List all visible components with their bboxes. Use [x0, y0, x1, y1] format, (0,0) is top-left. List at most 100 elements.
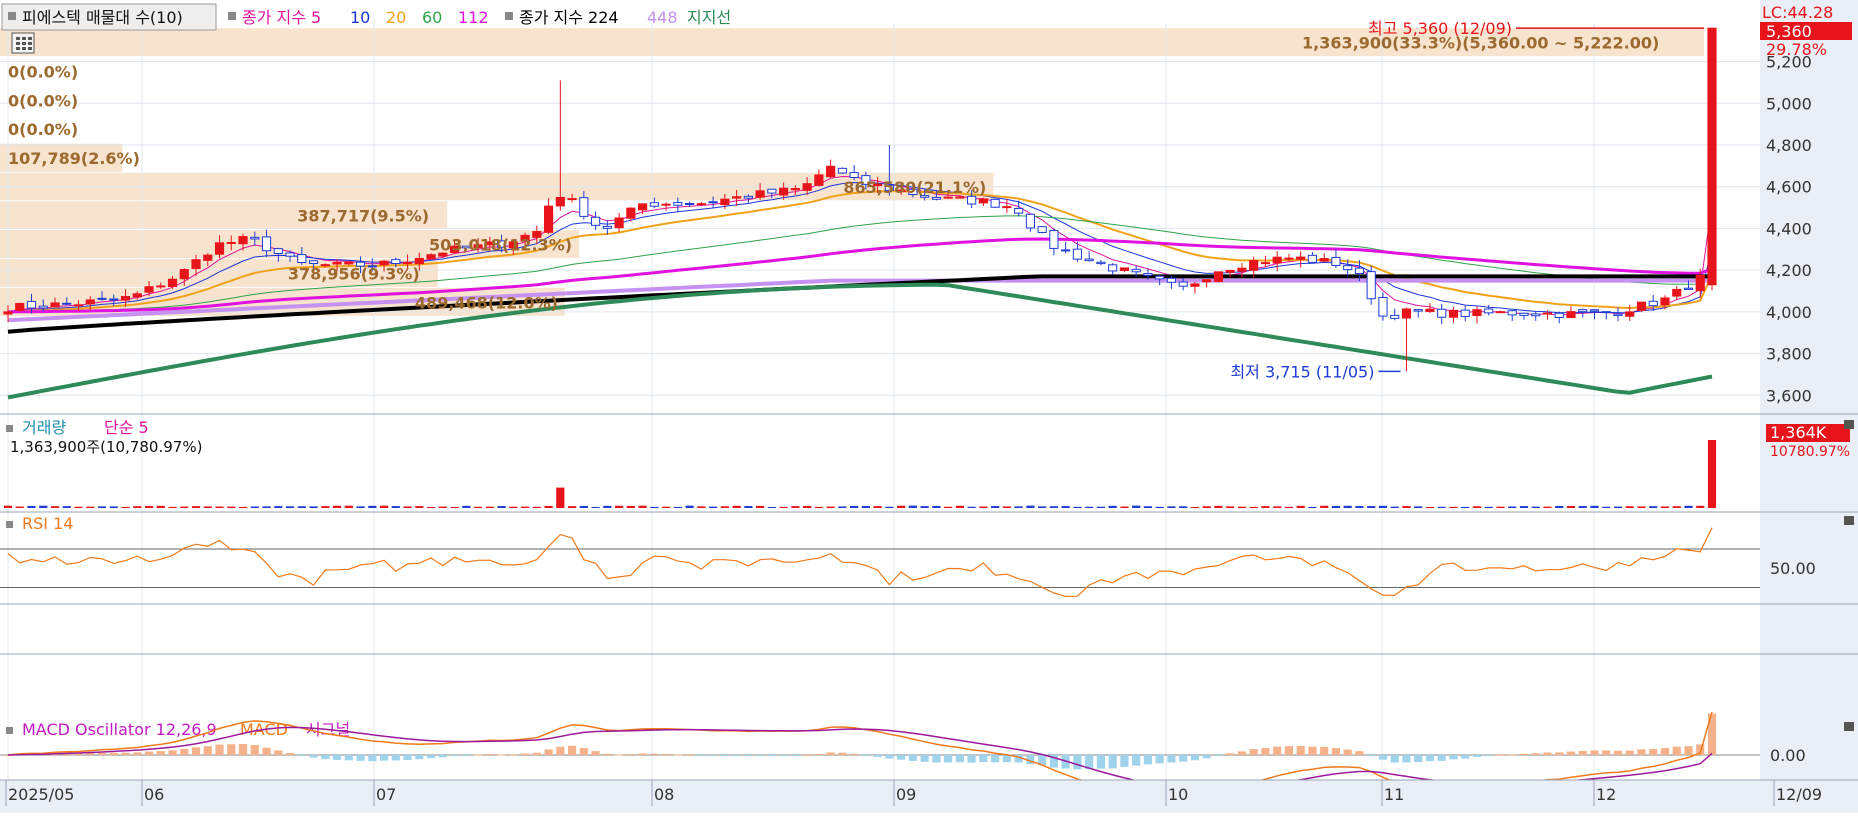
volume-bar	[838, 506, 847, 508]
price-tag: 5,360	[1766, 22, 1812, 41]
macd-histogram-bar	[156, 751, 165, 755]
volume-bar	[86, 506, 95, 508]
volume-bar	[1696, 505, 1705, 508]
macd-histogram-bar	[462, 755, 471, 756]
panel-close-icon[interactable]	[1844, 516, 1854, 525]
volume-bar	[97, 506, 107, 508]
macd-histogram-bar	[344, 755, 353, 761]
candle-body	[191, 259, 201, 270]
candle-body	[285, 252, 295, 257]
macd-histogram-bar	[227, 744, 236, 755]
x-tick-label: 07	[376, 785, 396, 804]
panel-toggle-icon[interactable]	[6, 425, 13, 432]
macd-histogram-bar	[356, 755, 365, 761]
candle-body	[1307, 254, 1318, 263]
volume-profile-label: 489,468(12.0%)	[415, 293, 558, 312]
volume-bar	[1038, 506, 1047, 508]
candle-body	[1119, 267, 1129, 272]
volume-bar	[74, 506, 83, 508]
macd-histogram-bar	[1296, 745, 1305, 755]
volume-bar	[615, 505, 624, 508]
candle-body	[732, 196, 742, 199]
candle-body	[297, 254, 307, 264]
volume-bar	[603, 505, 612, 508]
legend-ma-448: 448	[647, 8, 678, 27]
candle-body	[790, 188, 800, 191]
panel-toggle-icon[interactable]	[8, 12, 16, 20]
panel-close-icon[interactable]	[1844, 420, 1854, 429]
grid-table-icon[interactable]	[11, 32, 35, 54]
volume-bar	[1390, 506, 1399, 508]
price-tick-label: 3,800	[1766, 345, 1812, 364]
macd-histogram-bar	[873, 755, 882, 757]
macd-histogram-bar	[250, 744, 259, 755]
legend-support: 지지선	[687, 8, 731, 27]
volume-bar	[1155, 506, 1164, 508]
macd-histogram-bar	[1602, 750, 1611, 755]
candle-body	[638, 203, 648, 211]
volume-bar	[133, 506, 142, 508]
candle-body	[1155, 275, 1165, 280]
macd-histogram-bar	[144, 751, 154, 755]
candle-body	[967, 195, 977, 205]
volume-bar	[1284, 506, 1294, 508]
volume-bar	[379, 505, 389, 508]
volume-bar	[39, 505, 48, 508]
panel-toggle-icon[interactable]	[6, 727, 13, 734]
macd-title: MACD Oscillator 12,26,9	[22, 720, 217, 739]
macd-histogram-bar	[897, 755, 906, 760]
legend-ma-10: 10	[350, 8, 370, 27]
grid-table-icon-cell	[22, 37, 26, 40]
panel-toggle-icon[interactable]	[228, 12, 236, 20]
macd-histogram-bar	[1578, 750, 1587, 755]
stock-chart[interactable]: 3,600 3,800 4,000 4,200 4,400 4,600 4,800 5,000…	[0, 0, 1858, 813]
x-tick-label: 10	[1168, 785, 1188, 804]
volume-bar	[567, 506, 577, 508]
candle-body	[1108, 264, 1118, 272]
candle-body	[1025, 213, 1035, 229]
macd-histogram-bar	[1202, 755, 1211, 759]
panel-toggle-icon[interactable]	[6, 521, 13, 528]
macd-histogram-bar	[944, 755, 953, 763]
panel-close-icon[interactable]	[1844, 722, 1854, 731]
price-tick-label: 4,200	[1766, 261, 1812, 280]
candle-body	[97, 297, 107, 300]
candle-body	[203, 254, 213, 261]
macd-histogram-bar	[861, 755, 870, 756]
volume-bar	[297, 506, 306, 508]
candle-body	[1166, 277, 1177, 283]
macd-histogram-bar	[1390, 755, 1399, 763]
volume-bar	[1261, 506, 1270, 508]
volume-bar	[3, 505, 13, 508]
chart-svg[interactable]: 3,600 3,800 4,000 4,200 4,400 4,600 4,800 5,000…	[0, 0, 1858, 813]
volume-bar	[861, 506, 870, 508]
volume-bar	[967, 506, 976, 508]
volume-bar	[168, 506, 177, 508]
x-tick-label: 2025/05	[8, 785, 74, 804]
candle-body	[1448, 309, 1459, 318]
candle-body	[1084, 258, 1094, 262]
macd-histogram-bar	[591, 751, 600, 755]
macd-histogram-bar	[1190, 755, 1200, 761]
volume-bar	[662, 506, 671, 508]
volume-bar	[1061, 506, 1070, 508]
macd-histogram-bar	[779, 755, 788, 756]
candle-body	[943, 196, 953, 199]
candle-body	[990, 198, 1000, 208]
candle-body	[402, 261, 413, 265]
panel-toggle-icon[interactable]	[505, 12, 513, 20]
volume-bar	[1096, 506, 1105, 508]
candle-body	[15, 302, 25, 311]
volume-bar	[1320, 505, 1329, 508]
volume-bar	[321, 506, 330, 508]
volume-bar	[1414, 506, 1423, 508]
macd-histogram-bar	[650, 753, 659, 755]
macd-histogram-bar	[1461, 755, 1470, 759]
volume-bar	[638, 505, 647, 508]
candle-body	[391, 258, 401, 264]
macd-histogram-bar	[274, 750, 283, 755]
grid-table-icon-cell	[16, 37, 20, 40]
macd-histogram-bar	[1637, 749, 1646, 755]
macd-histogram-bar	[1331, 748, 1341, 755]
volume-bar	[1531, 506, 1540, 508]
